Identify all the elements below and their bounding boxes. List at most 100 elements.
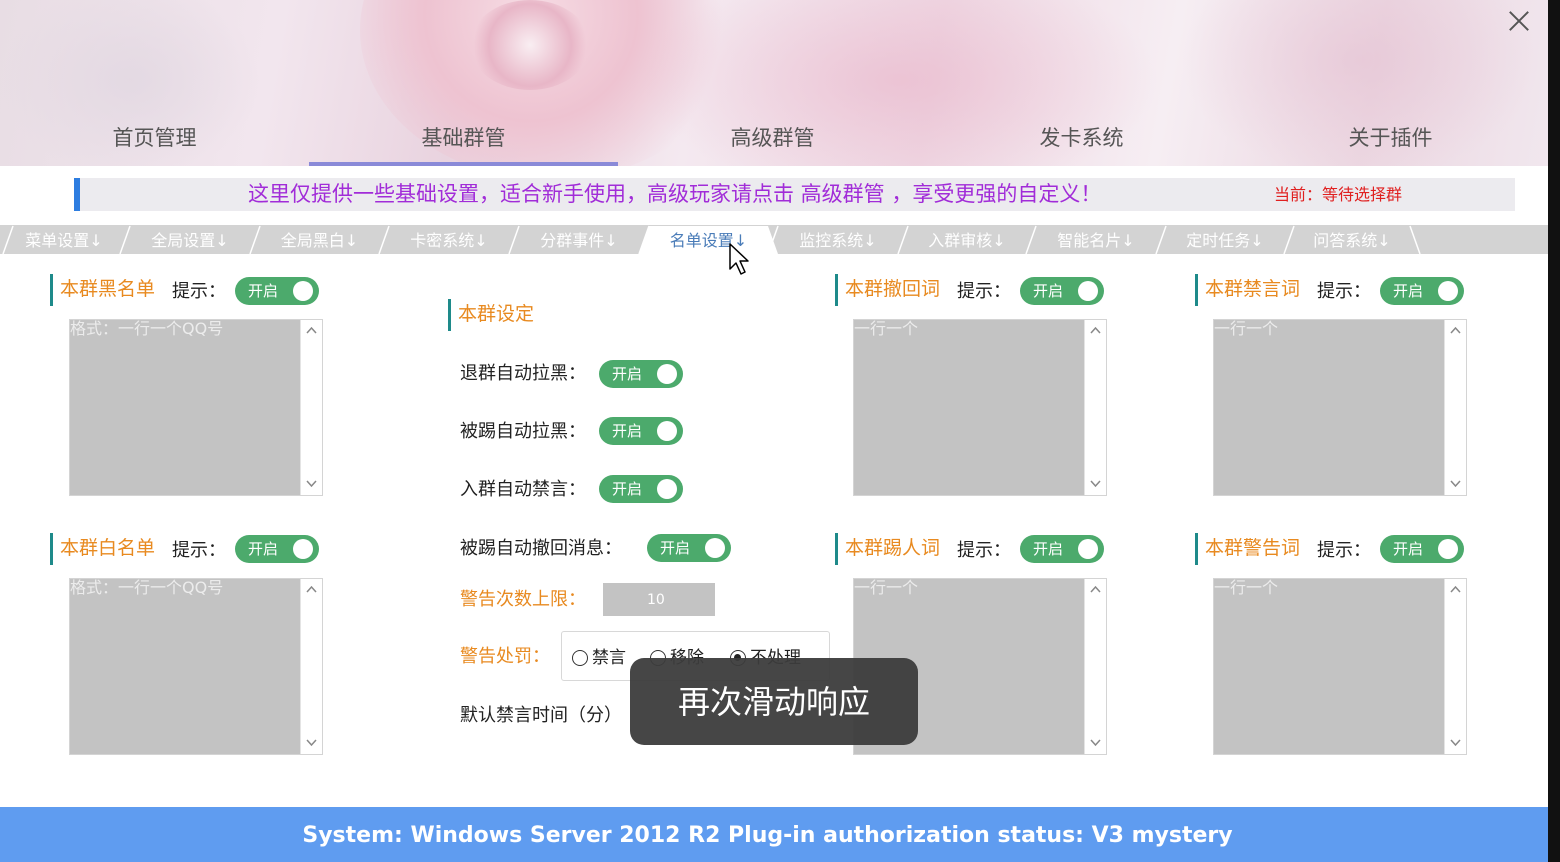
warn-words-textarea[interactable]: 一行一个 xyxy=(1213,578,1467,755)
toggle-label: 开启 xyxy=(612,422,643,440)
radio-mute[interactable]: 禁言 xyxy=(572,646,626,670)
toggle-knob xyxy=(1438,281,1458,301)
hint-label: 提示： xyxy=(1317,540,1371,561)
blacklist-textarea[interactable]: 格式：一行一个QQ号 xyxy=(69,319,323,496)
status-footer: System: Windows Server 2012 R2 Plug-in a… xyxy=(0,807,1548,862)
textarea-placeholder: 一行一个 xyxy=(854,578,919,597)
toggle-knob xyxy=(293,539,313,559)
toggle-knob xyxy=(1438,539,1458,559)
subtab-global-blackwhite[interactable]: 全局黑白↓ xyxy=(260,225,379,254)
textarea-placeholder: 格式：一行一个QQ号 xyxy=(70,319,224,338)
whitelist-title: 本群白名单 xyxy=(50,533,155,565)
scroll-down-arrow-icon[interactable] xyxy=(1085,733,1106,754)
subtab-group-events[interactable]: 分群事件↓ xyxy=(519,225,639,254)
toggle-knob xyxy=(657,421,677,441)
join-mute-toggle[interactable]: 开启 xyxy=(599,475,683,503)
subtab-smart-card[interactable]: 智能名片↓ xyxy=(1036,225,1156,254)
scrollbar[interactable] xyxy=(1084,320,1106,495)
scroll-down-arrow-icon[interactable] xyxy=(1085,474,1106,495)
leave-blacklist-label: 退群自动拉黑： xyxy=(460,363,586,384)
scrollbar[interactable] xyxy=(1444,320,1466,495)
notice-bar: 这里仅提供一些基础设置，适合新手使用，高级玩家请点击 高级群管 ，享受更强的自定… xyxy=(74,178,1515,211)
subtab-menu-settings[interactable]: 菜单设置↓ xyxy=(8,225,120,254)
blacklist-hint-toggle[interactable]: 开启 xyxy=(235,277,319,305)
scroll-up-arrow-icon[interactable] xyxy=(1445,320,1466,341)
toggle-label: 开启 xyxy=(1033,282,1064,300)
scroll-up-arrow-icon[interactable] xyxy=(1445,579,1466,600)
app-window: 首页管理 基础群管 高级群管 发卡系统 关于插件 这里仅提供一些基础设置，适合新… xyxy=(0,0,1548,862)
sub-tab-strip: 菜单设置↓ 全局设置↓ 全局黑白↓ 卡密系统↓ 分群事件↓ 名单设置↓ 监控系统… xyxy=(0,225,1548,254)
scrollbar[interactable] xyxy=(300,579,322,754)
system-status-text: System: Windows Server 2012 R2 Plug-in a… xyxy=(302,823,1233,848)
hint-label: 提示： xyxy=(957,281,1011,302)
warn-words-hint-toggle[interactable]: 开启 xyxy=(1380,535,1464,563)
hint-label: 提示： xyxy=(172,540,226,561)
nav-about[interactable]: 关于插件 xyxy=(1236,110,1545,166)
nav-home[interactable]: 首页管理 xyxy=(0,110,309,166)
recall-words-hint-toggle[interactable]: 开启 xyxy=(1020,277,1104,305)
toggle-knob xyxy=(293,281,313,301)
toggle-label: 开启 xyxy=(612,480,643,498)
screen-edge xyxy=(1548,0,1560,862)
current-group-status: 当前：等待选择群 xyxy=(1274,185,1403,204)
kick-recall-label: 被踢自动撤回消息： xyxy=(460,538,622,559)
hint-label: 提示： xyxy=(1317,281,1371,302)
subtab-scheduled-tasks[interactable]: 定时任务↓ xyxy=(1166,225,1284,254)
toggle-label: 开启 xyxy=(1033,540,1064,558)
kick-words-title: 本群踢人词 xyxy=(835,533,940,565)
toggle-label: 开启 xyxy=(1393,282,1424,300)
whitelist-hint-toggle[interactable]: 开启 xyxy=(235,535,319,563)
subtab-monitor[interactable]: 监控系统↓ xyxy=(778,225,898,254)
scrollbar[interactable] xyxy=(1444,579,1466,754)
warn-limit-input[interactable] xyxy=(603,583,715,616)
subtab-global-settings[interactable]: 全局设置↓ xyxy=(130,225,250,254)
toggle-label: 开启 xyxy=(248,540,279,558)
radio-label: 禁言 xyxy=(592,648,626,668)
radio-dot xyxy=(572,650,588,666)
header-banner: 首页管理 基础群管 高级群管 发卡系统 关于插件 xyxy=(0,0,1548,166)
notice-marker xyxy=(74,178,80,211)
subtab-qa-system[interactable]: 问答系统↓ xyxy=(1294,225,1410,254)
kick-blacklist-toggle[interactable]: 开启 xyxy=(599,417,683,445)
subtab-card-key[interactable]: 卡密系统↓ xyxy=(389,225,509,254)
scroll-up-arrow-icon[interactable] xyxy=(1085,579,1106,600)
whitelist-textarea[interactable]: 格式：一行一个QQ号 xyxy=(69,578,323,755)
scroll-up-arrow-icon[interactable] xyxy=(301,320,322,341)
toggle-knob xyxy=(657,364,677,384)
kick-recall-toggle[interactable]: 开启 xyxy=(647,534,731,562)
scrollbar[interactable] xyxy=(300,320,322,495)
toggle-label: 开启 xyxy=(248,282,279,300)
nav-advanced-group[interactable]: 高级群管 xyxy=(618,110,927,166)
ban-words-hint-toggle[interactable]: 开启 xyxy=(1380,277,1464,305)
warn-limit-label: 警告次数上限： xyxy=(460,589,586,610)
scroll-down-arrow-icon[interactable] xyxy=(301,733,322,754)
kick-words-hint-toggle[interactable]: 开启 xyxy=(1020,535,1104,563)
scrollbar[interactable] xyxy=(1084,579,1106,754)
toggle-label: 开启 xyxy=(612,365,643,383)
nav-basic-group[interactable]: 基础群管 xyxy=(309,110,618,166)
toggle-label: 开启 xyxy=(1393,540,1424,558)
subtab-join-review[interactable]: 入群审核↓ xyxy=(908,225,1026,254)
close-button[interactable] xyxy=(1504,6,1534,36)
toggle-knob xyxy=(1078,281,1098,301)
scroll-down-arrow-icon[interactable] xyxy=(1445,474,1466,495)
ban-words-textarea[interactable]: 一行一个 xyxy=(1213,319,1467,496)
join-mute-label: 入群自动禁言： xyxy=(460,479,586,500)
scroll-down-arrow-icon[interactable] xyxy=(301,474,322,495)
recall-words-textarea[interactable]: 一行一个 xyxy=(853,319,1107,496)
toggle-knob xyxy=(1078,539,1098,559)
group-settings-title: 本群设定 xyxy=(448,299,534,331)
blacklist-title: 本群黑名单 xyxy=(50,274,155,306)
scroll-up-arrow-icon[interactable] xyxy=(301,579,322,600)
scroll-up-arrow-icon[interactable] xyxy=(1085,320,1106,341)
main-nav: 首页管理 基础群管 高级群管 发卡系统 关于插件 xyxy=(0,110,1548,166)
recall-words-title: 本群撤回词 xyxy=(835,274,940,306)
scroll-down-arrow-icon[interactable] xyxy=(1445,733,1466,754)
toggle-label: 开启 xyxy=(660,539,691,557)
hint-label: 提示： xyxy=(172,281,226,302)
toast-text: 再次滑动响应 xyxy=(677,683,870,721)
nav-card-system[interactable]: 发卡系统 xyxy=(927,110,1236,166)
kick-blacklist-label: 被踢自动拉黑： xyxy=(460,421,586,442)
leave-blacklist-toggle[interactable]: 开启 xyxy=(599,360,683,388)
textarea-placeholder: 格式：一行一个QQ号 xyxy=(70,578,224,597)
